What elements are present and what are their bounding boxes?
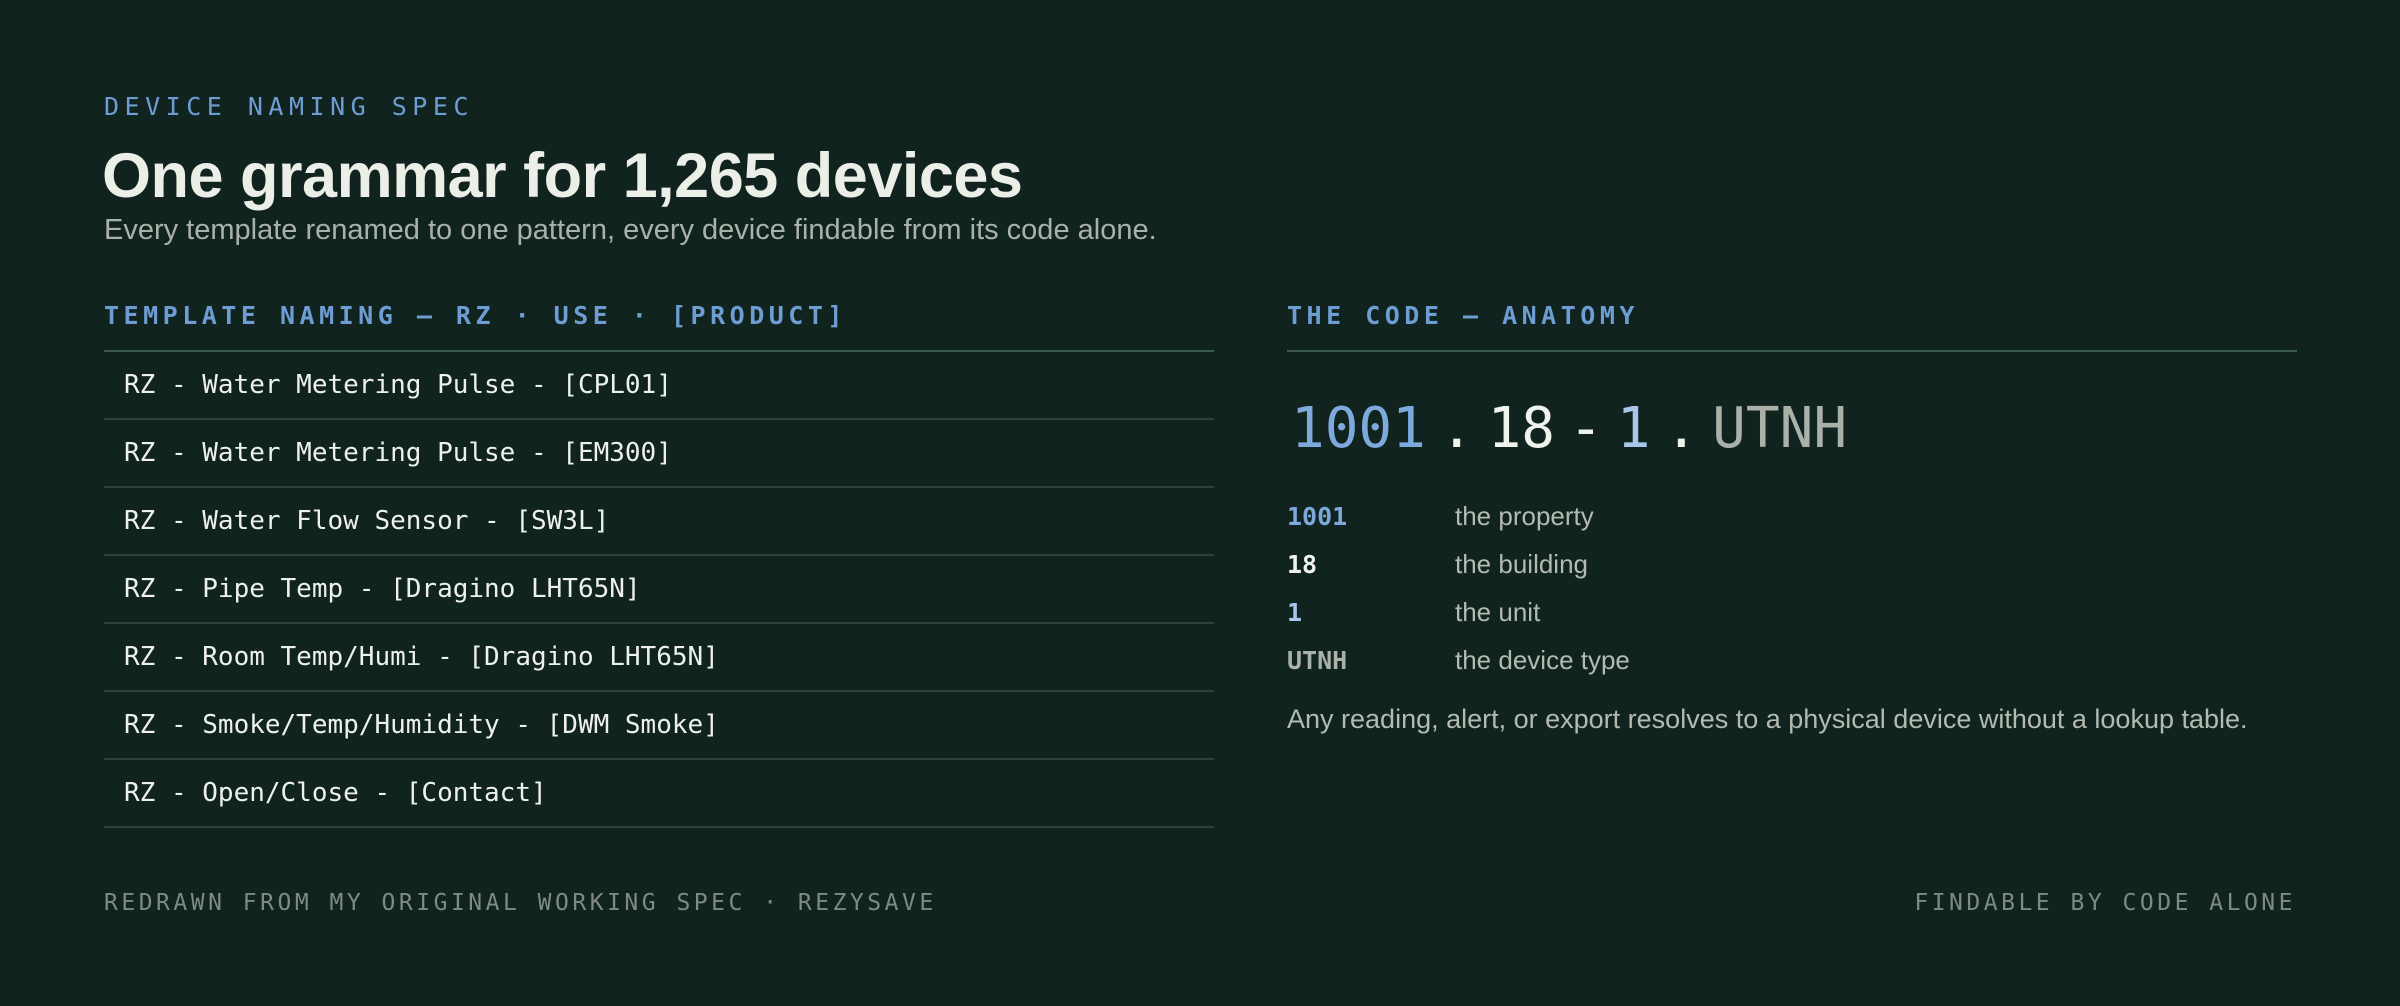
code-anatomy-panel: 1001 . 18 - 1 . UTNH 1001 the property 1… [1287,350,2297,734]
anatomy-note: Any reading, alert, or export resolves t… [1287,704,2248,734]
code-separator: . [1664,396,1699,461]
legend-row: 1001 the property [1287,492,2297,540]
code-segment-building: 18 [1487,396,1556,461]
code-separator: - [1569,396,1603,461]
list-item: RZ - Water Flow Sensor - [SW3L] [104,488,1214,556]
code-legend: 1001 the property 18 the building 1 the … [1287,492,2297,684]
legend-description: the device type [1455,644,1630,675]
code-segment-property: 1001 [1291,396,1426,461]
list-item: RZ - Pipe Temp - [Dragino LHT65N] [104,556,1214,624]
legend-key: 1 [1287,597,1303,627]
example-device-code: 1001 . 18 - 1 . UTNH [1291,396,1847,461]
template-naming-list: RZ - Water Metering Pulse - [CPL01] RZ -… [104,350,1214,828]
list-item: RZ - Water Metering Pulse - [EM300] [104,420,1214,488]
legend-row: UTNH the device type [1287,636,2297,684]
legend-description: the property [1455,500,1594,531]
page-title: One grammar for 1,265 devices [102,141,1023,211]
template-naming-heading: TEMPLATE NAMING — RZ · USE · [PRODUCT] [104,301,847,330]
list-item: RZ - Open/Close - [Contact] [104,760,1214,828]
legend-description: the building [1455,548,1588,579]
legend-key: 1001 [1287,501,1348,531]
legend-key: UTNH [1287,645,1348,675]
page-eyebrow: DEVICE NAMING SPEC [104,92,474,121]
code-segment-unit: 1 [1616,396,1651,461]
anatomy-heading: THE CODE — ANATOMY [1287,301,1639,330]
footer-credit: REDRAWN FROM MY ORIGINAL WORKING SPEC · … [104,890,937,916]
list-item: RZ - Water Metering Pulse - [CPL01] [104,352,1214,420]
code-separator: . [1439,396,1474,461]
legend-description: the unit [1455,596,1541,627]
legend-key: 18 [1287,549,1318,579]
code-segment-type: UTNH [1712,396,1848,461]
page-subtitle: Every template renamed to one pattern, e… [104,214,1157,246]
footer-tagline: FINDABLE BY CODE ALONE [1914,890,2296,916]
list-item: RZ - Smoke/Temp/Humidity - [DWM Smoke] [104,692,1214,760]
legend-row: 18 the building [1287,540,2297,588]
list-item: RZ - Room Temp/Humi - [Dragino LHT65N] [104,624,1214,692]
legend-row: 1 the unit [1287,588,2297,636]
